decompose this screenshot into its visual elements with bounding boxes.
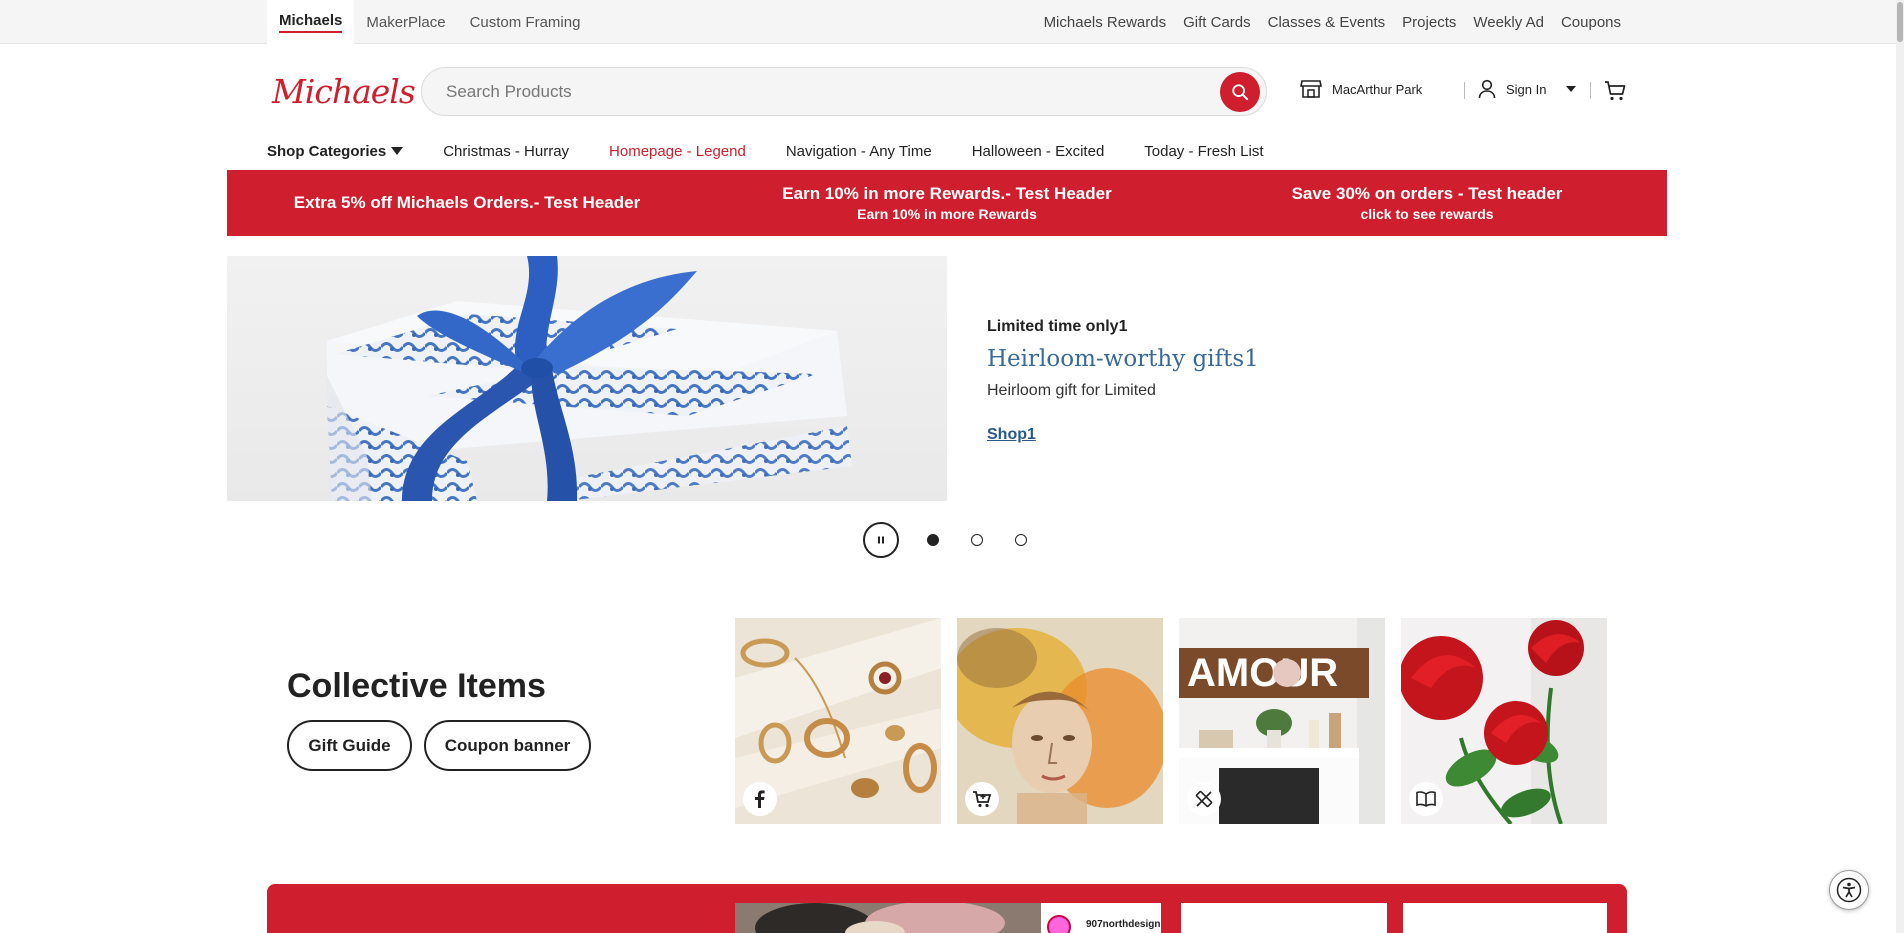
carousel-dot-3[interactable] [1015,534,1027,546]
page-scrollbar[interactable] [1896,0,1904,933]
caret-down-icon [391,147,404,155]
store-name: MacArthur Park [1332,81,1423,97]
shopping-cart-icon [965,782,999,816]
tile-red-roses[interactable] [1401,618,1607,824]
sign-in-button[interactable]: Sign In [1478,79,1546,99]
promo-item[interactable]: Save 30% on orders - Test header click t… [1187,170,1667,236]
promo-item[interactable]: Extra 5% off Michaels Orders.- Test Head… [227,170,707,236]
divider [1590,82,1591,99]
divider [1464,82,1465,99]
tile-amour-sign[interactable]: AMOUR [1179,618,1385,824]
utility-links: Michaels Rewards Gift Cards Classes & Ev… [1044,0,1621,44]
hero-title: Heirloom-worthy gifts1 [987,346,1259,372]
search-input[interactable] [446,68,1186,115]
tab-makerplace[interactable]: MakerPlace [354,0,457,44]
collective-title: Collective Items [287,667,546,705]
store-icon [1300,80,1322,98]
link-coupons[interactable]: Coupons [1561,14,1621,31]
cart-icon [1605,81,1626,101]
main-nav: Shop Categories Christmas - Hurray Homep… [267,140,1264,162]
promo-title: Earn 10% in more Rewards.- Test Header [782,184,1112,203]
tab-custom-framing[interactable]: Custom Framing [458,0,593,44]
book-icon [1409,782,1443,816]
nav-item-today[interactable]: Today - Fresh List [1144,143,1263,160]
svg-text:AMOUR: AMOUR [1187,651,1338,695]
link-gift-cards[interactable]: Gift Cards [1183,14,1251,31]
site-tabs: Michaels MakerPlace Custom Framing [267,0,592,44]
scrollbar-thumb[interactable] [1897,2,1903,42]
hero-shop-link[interactable]: Shop1 [987,426,1036,444]
tile-jewelry[interactable] [735,618,941,824]
social-post-card[interactable] [1403,903,1607,933]
nav-item-navigation[interactable]: Navigation - Any Time [786,143,932,160]
link-michaels-rewards[interactable]: Michaels Rewards [1044,14,1167,31]
carousel-dot-1[interactable] [927,534,939,546]
social-post-image [735,901,1041,933]
search-button[interactable] [1220,72,1260,112]
hero-image[interactable] [227,256,947,501]
utility-bar: Michaels MakerPlace Custom Framing Micha… [0,0,1904,44]
promo-banner: Extra 5% off Michaels Orders.- Test Head… [227,170,1667,236]
link-projects[interactable]: Projects [1402,14,1456,31]
promo-item[interactable]: Earn 10% in more Rewards.- Test Header E… [707,170,1187,236]
tab-label: Michaels [279,12,343,33]
chevron-down-icon[interactable] [1566,86,1576,92]
nav-item-homepage[interactable]: Homepage - Legend [609,143,746,160]
tab-michaels[interactable]: Michaels [267,0,355,44]
nav-item-christmas[interactable]: Christmas - Hurray [443,143,569,160]
michaels-logo[interactable]: Michaels [272,72,416,111]
search-bar [421,67,1267,116]
nav-item-halloween[interactable]: Halloween - Excited [972,143,1105,160]
cart-button[interactable] [1604,80,1626,107]
pause-icon [878,536,884,544]
facebook-icon [743,782,777,816]
craft-tools-icon [1187,782,1221,816]
sign-in-label: Sign In [1506,81,1547,97]
store-selector[interactable]: MacArthur Park [1300,79,1422,99]
tab-label: Custom Framing [469,13,581,31]
pause-button[interactable] [863,522,899,558]
shop-categories-label: Shop Categories [267,142,387,160]
hero-eyebrow: Limited time only1 [987,318,1128,335]
promo-title: Save 30% on orders - Test header [1291,184,1563,203]
avatar [1047,915,1071,933]
link-weekly-ad[interactable]: Weekly Ad [1473,14,1544,31]
accessibility-icon [1836,877,1862,903]
carousel-controls [863,522,1027,558]
promo-subtitle: Earn 10% in more Rewards [857,206,1037,222]
accessibility-button[interactable] [1829,870,1869,910]
promo-title: Extra 5% off Michaels Orders.- Test Head… [293,193,641,212]
user-icon [1478,79,1496,99]
social-post-card[interactable] [1181,903,1387,933]
gift-box-image [327,256,852,501]
tile-art-portrait[interactable] [957,618,1163,824]
shop-categories-menu[interactable]: Shop Categories [267,142,404,160]
carousel-dot-2[interactable] [971,534,983,546]
link-classes-events[interactable]: Classes & Events [1268,14,1386,31]
search-icon [1232,84,1249,101]
promo-subtitle: click to see rewards [1360,206,1494,222]
coupon-banner-button[interactable]: Coupon banner [424,720,591,771]
social-username: 907northdesign [1086,919,1161,930]
gift-guide-button[interactable]: Gift Guide [287,720,412,771]
hero-content: Limited time only1 Heirloom-worthy gifts… [987,318,1259,444]
tab-label: MakerPlace [366,13,446,31]
hero-description: Heirloom gift for Limited [987,382,1156,399]
